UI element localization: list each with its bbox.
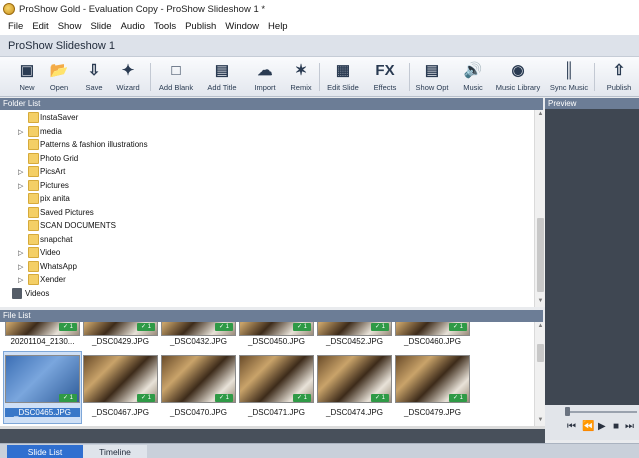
- scroll-thumb[interactable]: [537, 218, 544, 292]
- check-badge: ✓ 1: [137, 394, 155, 402]
- skip-back-icon[interactable]: ⏮: [567, 421, 576, 432]
- cloud-import-icon: ☁: [257, 62, 273, 79]
- play-icon[interactable]: ▶: [598, 421, 606, 432]
- folder-open-icon: 📂: [49, 62, 69, 79]
- show-title-bar: ProShow Slideshow 1: [0, 35, 639, 57]
- wizard-button[interactable]: ✦ Wizard: [106, 59, 150, 95]
- file-grid: ✓ 1 20201104_2130... ✓ 1 _DSC0429.JPG ✓ …: [0, 322, 534, 426]
- skip-forward-icon[interactable]: ⏭: [625, 421, 634, 432]
- check-badge: ✓ 1: [59, 323, 77, 331]
- folder-tree: InstaSaver ▷ media Patterns & fashion ill…: [0, 110, 534, 307]
- expand-arrow-icon[interactable]: ▷: [18, 249, 23, 257]
- sync-music-button[interactable]: ║ Sync Music: [547, 59, 591, 95]
- show-options-button[interactable]: ▤ Show Opt: [410, 59, 454, 95]
- music-library-icon: ◉: [511, 62, 525, 79]
- speaker-icon: 🔊: [463, 62, 483, 79]
- title-bar: ProShow Gold - Evaluation Copy - ProShow…: [0, 0, 639, 18]
- tab-timeline[interactable]: Timeline: [83, 445, 147, 458]
- folder-list-header: Folder List: [0, 98, 543, 110]
- edit-slide-icon: ▦: [335, 62, 351, 79]
- menu-slide[interactable]: Slide: [90, 21, 111, 32]
- expand-arrow-icon[interactable]: ▷: [18, 168, 23, 176]
- check-badge: ✓ 1: [137, 323, 155, 331]
- rewind-icon[interactable]: ⏪: [582, 421, 594, 432]
- publish-button[interactable]: ⇧ Publish: [597, 59, 639, 95]
- check-badge: ✓ 1: [215, 323, 233, 331]
- check-badge: ✓ 1: [449, 394, 467, 402]
- folder-icon: [28, 234, 39, 245]
- remix-button[interactable]: ✶ Remix: [279, 59, 323, 95]
- check-badge: ✓ 1: [215, 394, 233, 402]
- check-badge: ✓ 1: [59, 394, 77, 402]
- main-toolbar: ▣ New 📂 Open ⇩ Save ✦ Wizard □ Add Blank…: [0, 57, 639, 97]
- remix-icon: ✶: [294, 62, 308, 79]
- menu-tools[interactable]: Tools: [154, 21, 176, 32]
- show-options-icon: ▤: [424, 62, 440, 79]
- check-badge: ✓ 1: [371, 394, 389, 402]
- preview-controls: ⏮ ⏪ ▶ ■ ⏭: [545, 405, 639, 440]
- menu-window[interactable]: Window: [225, 21, 259, 32]
- music-library-button[interactable]: ◉ Music Library: [494, 59, 542, 95]
- sync-music-icon: ║: [563, 62, 575, 79]
- stop-icon[interactable]: ■: [613, 421, 619, 432]
- edit-slide-button[interactable]: ▦ Edit Slide: [321, 59, 365, 95]
- show-title: ProShow Slideshow 1: [8, 39, 116, 52]
- wizard-icon: ✦: [121, 62, 135, 79]
- folder-icon: [28, 247, 39, 258]
- folder-icon: [28, 166, 39, 177]
- bottom-tab-bar: Slide List Timeline: [0, 443, 639, 458]
- folder-icon: [28, 220, 39, 231]
- folder-icon: [28, 274, 39, 285]
- expand-arrow-icon[interactable]: ▷: [18, 182, 23, 190]
- toolbar-divider: [150, 63, 151, 91]
- new-show-icon: ▣: [19, 62, 35, 79]
- folder-scrollbar[interactable]: ▲ ▼: [534, 110, 545, 307]
- check-badge: ✓ 1: [293, 394, 311, 402]
- menu-file[interactable]: File: [8, 21, 23, 32]
- window-title: ProShow Gold - Evaluation Copy - ProShow…: [19, 3, 266, 15]
- menu-publish[interactable]: Publish: [185, 21, 216, 32]
- add-title-icon: ▤: [214, 62, 230, 79]
- publish-icon: ⇧: [612, 62, 626, 79]
- app-logo-icon: [3, 3, 15, 15]
- expand-arrow-icon[interactable]: ▷: [18, 128, 23, 136]
- fx-icon: FX: [375, 62, 395, 79]
- folder-icon: [28, 193, 39, 204]
- slide-list-strip: [0, 429, 545, 443]
- menu-help[interactable]: Help: [268, 21, 288, 32]
- music-button[interactable]: 🔊 Music: [451, 59, 495, 95]
- add-blank-icon: □: [171, 62, 181, 79]
- expand-arrow-icon[interactable]: ▷: [18, 276, 23, 284]
- folder-icon: [28, 126, 39, 137]
- tab-slide-list[interactable]: Slide List: [7, 445, 83, 458]
- check-badge: ✓ 1: [449, 323, 467, 331]
- add-title-button[interactable]: ▤ Add Title: [200, 59, 244, 95]
- toolbar-divider: [594, 63, 595, 91]
- folder-icon: [28, 153, 39, 164]
- folder-icon: [28, 261, 39, 272]
- menu-show[interactable]: Show: [58, 21, 82, 32]
- toolbar-divider: [319, 63, 320, 91]
- drive-icon: [12, 288, 22, 299]
- scroll-thumb[interactable]: [537, 344, 544, 362]
- file-scrollbar[interactable]: ▲ ▼: [534, 322, 545, 426]
- folder-icon: [28, 180, 39, 191]
- preview-area: [545, 109, 639, 440]
- add-blank-button[interactable]: □ Add Blank: [154, 59, 198, 95]
- folder-icon: [28, 112, 39, 123]
- menu-bar: File Edit Show Slide Audio Tools Publish…: [0, 18, 639, 35]
- seek-handle[interactable]: [565, 407, 570, 416]
- proshow-window: ProShow Gold - Evaluation Copy - ProShow…: [0, 0, 639, 458]
- menu-edit[interactable]: Edit: [32, 21, 48, 32]
- seek-track[interactable]: [567, 411, 637, 413]
- save-icon: ⇩: [87, 62, 101, 79]
- expand-arrow-icon[interactable]: ▷: [18, 263, 23, 271]
- folder-icon: [28, 139, 39, 150]
- check-badge: ✓ 1: [293, 323, 311, 331]
- check-badge: ✓ 1: [371, 323, 389, 331]
- file-list-header: File List: [0, 310, 543, 322]
- effects-button[interactable]: FX Effects: [363, 59, 407, 95]
- folder-icon: [28, 207, 39, 218]
- menu-audio[interactable]: Audio: [121, 21, 145, 32]
